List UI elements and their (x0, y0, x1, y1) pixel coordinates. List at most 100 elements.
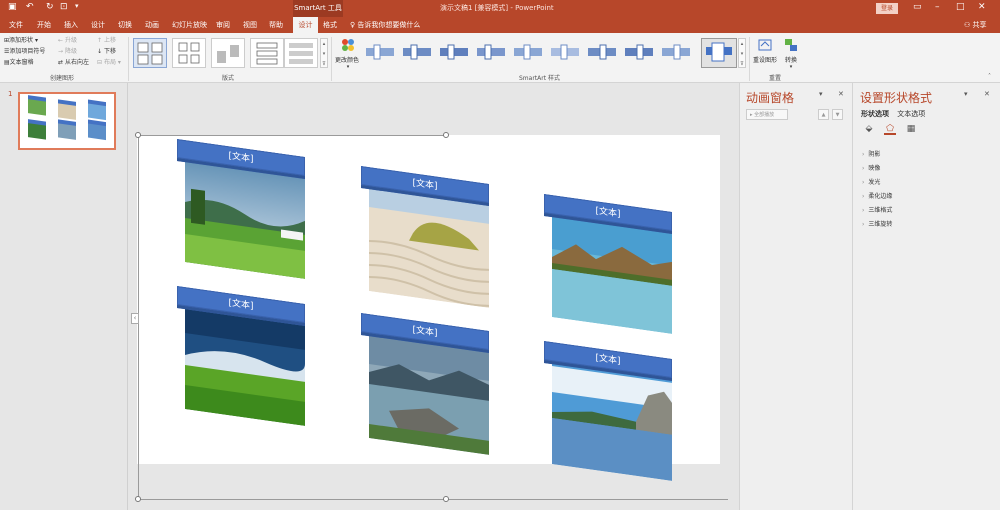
resize-handle[interactable] (135, 132, 141, 138)
layout-option-2[interactable] (172, 38, 206, 68)
start-from-beginning-icon[interactable]: ⊡ (60, 2, 68, 12)
section-reflection[interactable]: › 映像 (862, 163, 880, 172)
effects-icon[interactable]: ⬠ (884, 123, 896, 135)
undo-icon[interactable]: ↶ (26, 2, 34, 12)
play-all-button[interactable]: ▸ 全部播放 (746, 109, 788, 120)
ribbon-separator (331, 37, 332, 81)
move-down-button[interactable]: ↓ 下移 (97, 47, 116, 56)
add-bullet-label: 添加项目符号 (9, 48, 46, 55)
login-button[interactable]: 登录 (876, 3, 898, 14)
layout-option-5[interactable] (284, 38, 318, 68)
move-up-icon[interactable]: ▲ (818, 109, 829, 120)
slide[interactable]: [文本] [文本] [文本] [文本] [文本] [文本] (137, 135, 720, 481)
tab-design[interactable]: 设计 (88, 17, 108, 33)
smartart-style-7[interactable] (586, 42, 618, 62)
resize-handle[interactable] (135, 496, 141, 502)
right-to-left-label: 从右向左 (64, 59, 89, 66)
move-down-label: 下移 (103, 48, 116, 55)
style-preview-icon (440, 44, 468, 60)
tab-view[interactable]: 视图 (240, 17, 260, 33)
slide-editing-area[interactable]: [文本] [文本] [文本] [文本] [文本] [文本] ‹ (128, 83, 739, 510)
tab-insert[interactable]: 插入 (61, 17, 81, 33)
add-shape-button[interactable]: ⊞添加形状 ▾ (4, 36, 38, 45)
smartart-style-6[interactable] (549, 42, 581, 62)
layout-preview-icon (289, 43, 313, 64)
collapse-ribbon-icon[interactable]: ˄ (988, 73, 991, 80)
resize-handle[interactable] (443, 132, 449, 138)
size-properties-icon[interactable]: ▦ (905, 123, 917, 135)
slide-thumbnail-1[interactable] (18, 92, 116, 150)
layout-button[interactable]: ⊟ 布局 ▾ (97, 58, 121, 67)
style-preview-icon (662, 44, 690, 60)
demote-button[interactable]: → 降级 (58, 47, 77, 56)
smartart-style-1[interactable] (364, 42, 396, 62)
change-colors-button[interactable]: 更改颜色 ▾ (335, 37, 360, 70)
smartart-style-4[interactable] (475, 42, 507, 62)
fill-line-icon[interactable]: ⬙ (863, 123, 875, 135)
section-label: 阴影 (868, 151, 881, 158)
resize-handle[interactable] (443, 496, 449, 502)
animation-pane: 动画窗格 ▾ ✕ ▸ 全部播放 ▲ ▼ (739, 83, 852, 510)
format-pane-tabs: 形状选项 文本选项 (861, 109, 925, 119)
ribbon-display-options-icon[interactable]: ▭ (913, 2, 922, 12)
promote-button[interactable]: ← 升级 (58, 36, 77, 45)
smartart-style-2[interactable] (401, 42, 433, 62)
smartart-style-5[interactable] (512, 42, 544, 62)
section-glow[interactable]: › 发光 (862, 177, 880, 186)
redo-icon[interactable]: ↻ (46, 2, 54, 12)
tab-animations[interactable]: 动画 (142, 17, 162, 33)
move-down-icon[interactable]: ▼ (832, 109, 843, 120)
chevron-right-icon: › (862, 221, 865, 228)
style-preview-icon (706, 42, 732, 62)
layout-option-1[interactable] (133, 38, 167, 68)
text-pane-toggle-icon[interactable]: ‹ (131, 313, 139, 324)
play-all-label: 全部播放 (754, 112, 775, 118)
tab-home[interactable]: 开始 (34, 17, 54, 33)
layout-option-4[interactable] (250, 38, 284, 68)
smartart-style-9[interactable] (660, 42, 692, 62)
text-pane-button[interactable]: ▤文本窗格 (4, 58, 34, 67)
tell-me-search[interactable]: ♀ 告诉我你想要做什么 (350, 17, 420, 33)
tab-shape-options[interactable]: 形状选项 (861, 110, 889, 118)
close-icon[interactable]: ✕ (984, 90, 990, 98)
section-label: 三维格式 (868, 207, 893, 214)
customize-quick-access-icon[interactable]: ▾ (75, 2, 79, 10)
smartart-styles-group-label: SmartArt 样式 (519, 75, 560, 82)
layout-option-3[interactable] (211, 38, 245, 68)
section-3d-format[interactable]: › 三维格式 (862, 205, 892, 214)
save-icon[interactable]: ▣ (8, 2, 17, 12)
styles-gallery-scroll[interactable]: ▴ ▾ ⊽ (738, 38, 746, 68)
slide-thumbnail-pane: 1 (0, 83, 128, 510)
smartart-style-8[interactable] (623, 42, 655, 62)
add-bullet-button[interactable]: ☰添加项目符号 (4, 47, 45, 56)
tab-help[interactable]: 帮助 (266, 17, 286, 33)
tab-format[interactable]: 格式 (320, 17, 340, 33)
pane-options-icon[interactable]: ▾ (819, 90, 823, 98)
close-icon[interactable]: ✕ (978, 2, 986, 12)
reset-graphic-button[interactable]: 重设图形 (752, 37, 778, 64)
move-up-button[interactable]: ↑ 上移 (97, 36, 116, 45)
tab-file[interactable]: 文件 (6, 17, 26, 33)
tab-slideshow[interactable]: 幻灯片放映 (169, 17, 210, 33)
create-graphic-group-label: 创建图形 (50, 75, 75, 82)
tab-transitions[interactable]: 切换 (115, 17, 135, 33)
tab-review[interactable]: 审阅 (213, 17, 233, 33)
close-icon[interactable]: ✕ (838, 90, 844, 98)
chevron-down-icon: ▾ (346, 64, 350, 70)
right-to-left-button[interactable]: ⇄ 从右向左 (58, 58, 89, 67)
smartart-style-selected[interactable] (701, 38, 737, 68)
smartart-style-3[interactable] (438, 42, 470, 62)
tab-text-options[interactable]: 文本选项 (897, 110, 925, 118)
minimize-icon[interactable]: – (935, 2, 940, 12)
section-soft-edges[interactable]: › 柔化边缘 (862, 191, 892, 200)
maximize-icon[interactable]: □ (956, 2, 965, 12)
share-button[interactable]: ⚇ 共享 (964, 17, 987, 33)
selection-frame (138, 135, 446, 136)
convert-button[interactable]: 转换 ▾ (780, 37, 802, 70)
layouts-gallery-scroll[interactable]: ▴ ▾ ⊽ (320, 38, 328, 68)
pane-options-icon[interactable]: ▾ (964, 90, 968, 98)
section-shadow[interactable]: › 阴影 (862, 149, 880, 158)
section-3d-rotation[interactable]: › 三维旋转 (862, 219, 892, 228)
tab-smartart-design[interactable]: 设计 (293, 17, 318, 33)
move-up-label: 上移 (103, 37, 116, 44)
